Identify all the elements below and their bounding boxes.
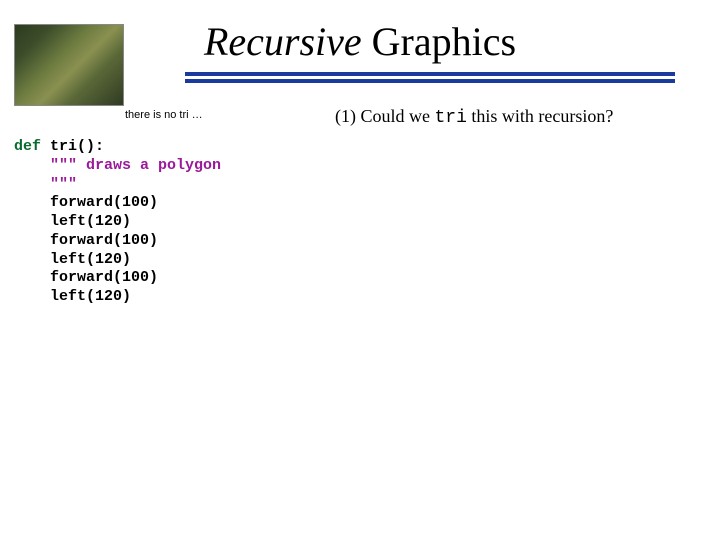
title-underline xyxy=(185,72,675,86)
code-keyword: def xyxy=(14,138,41,155)
question-after: this with recursion? xyxy=(467,106,613,126)
question-mono: tri xyxy=(435,108,467,128)
code-line: forward(100) xyxy=(50,194,158,211)
code-indent xyxy=(14,251,50,268)
yoda-image xyxy=(14,24,124,106)
code-indent xyxy=(14,269,50,286)
code-indent xyxy=(14,213,50,230)
code-indent xyxy=(14,288,50,305)
code-line: left(120) xyxy=(50,213,131,230)
code-docstring-open: """ draws a polygon xyxy=(50,157,221,174)
question-number: (1) xyxy=(335,106,356,126)
code-line: forward(100) xyxy=(50,232,158,249)
code-block: def tri(): """ draws a polygon """ forwa… xyxy=(14,138,221,307)
question-text: (1) Could we tri this with recursion? xyxy=(335,106,613,128)
underline-bar xyxy=(185,72,675,76)
title-rest: Graphics xyxy=(362,19,516,64)
code-line: left(120) xyxy=(50,288,131,305)
question-before: Could we xyxy=(356,106,435,126)
yoda-caption: there is no tri … xyxy=(125,109,203,121)
code-docstring-close: """ xyxy=(50,176,77,193)
code-indent xyxy=(14,194,50,211)
underline-bar xyxy=(185,79,675,83)
title-italic: Recursive xyxy=(204,19,362,64)
code-indent xyxy=(14,232,50,249)
code-def-rest: tri(): xyxy=(41,138,104,155)
code-line: forward(100) xyxy=(50,269,158,286)
code-indent xyxy=(14,176,50,193)
code-indent xyxy=(14,157,50,174)
code-line: left(120) xyxy=(50,251,131,268)
